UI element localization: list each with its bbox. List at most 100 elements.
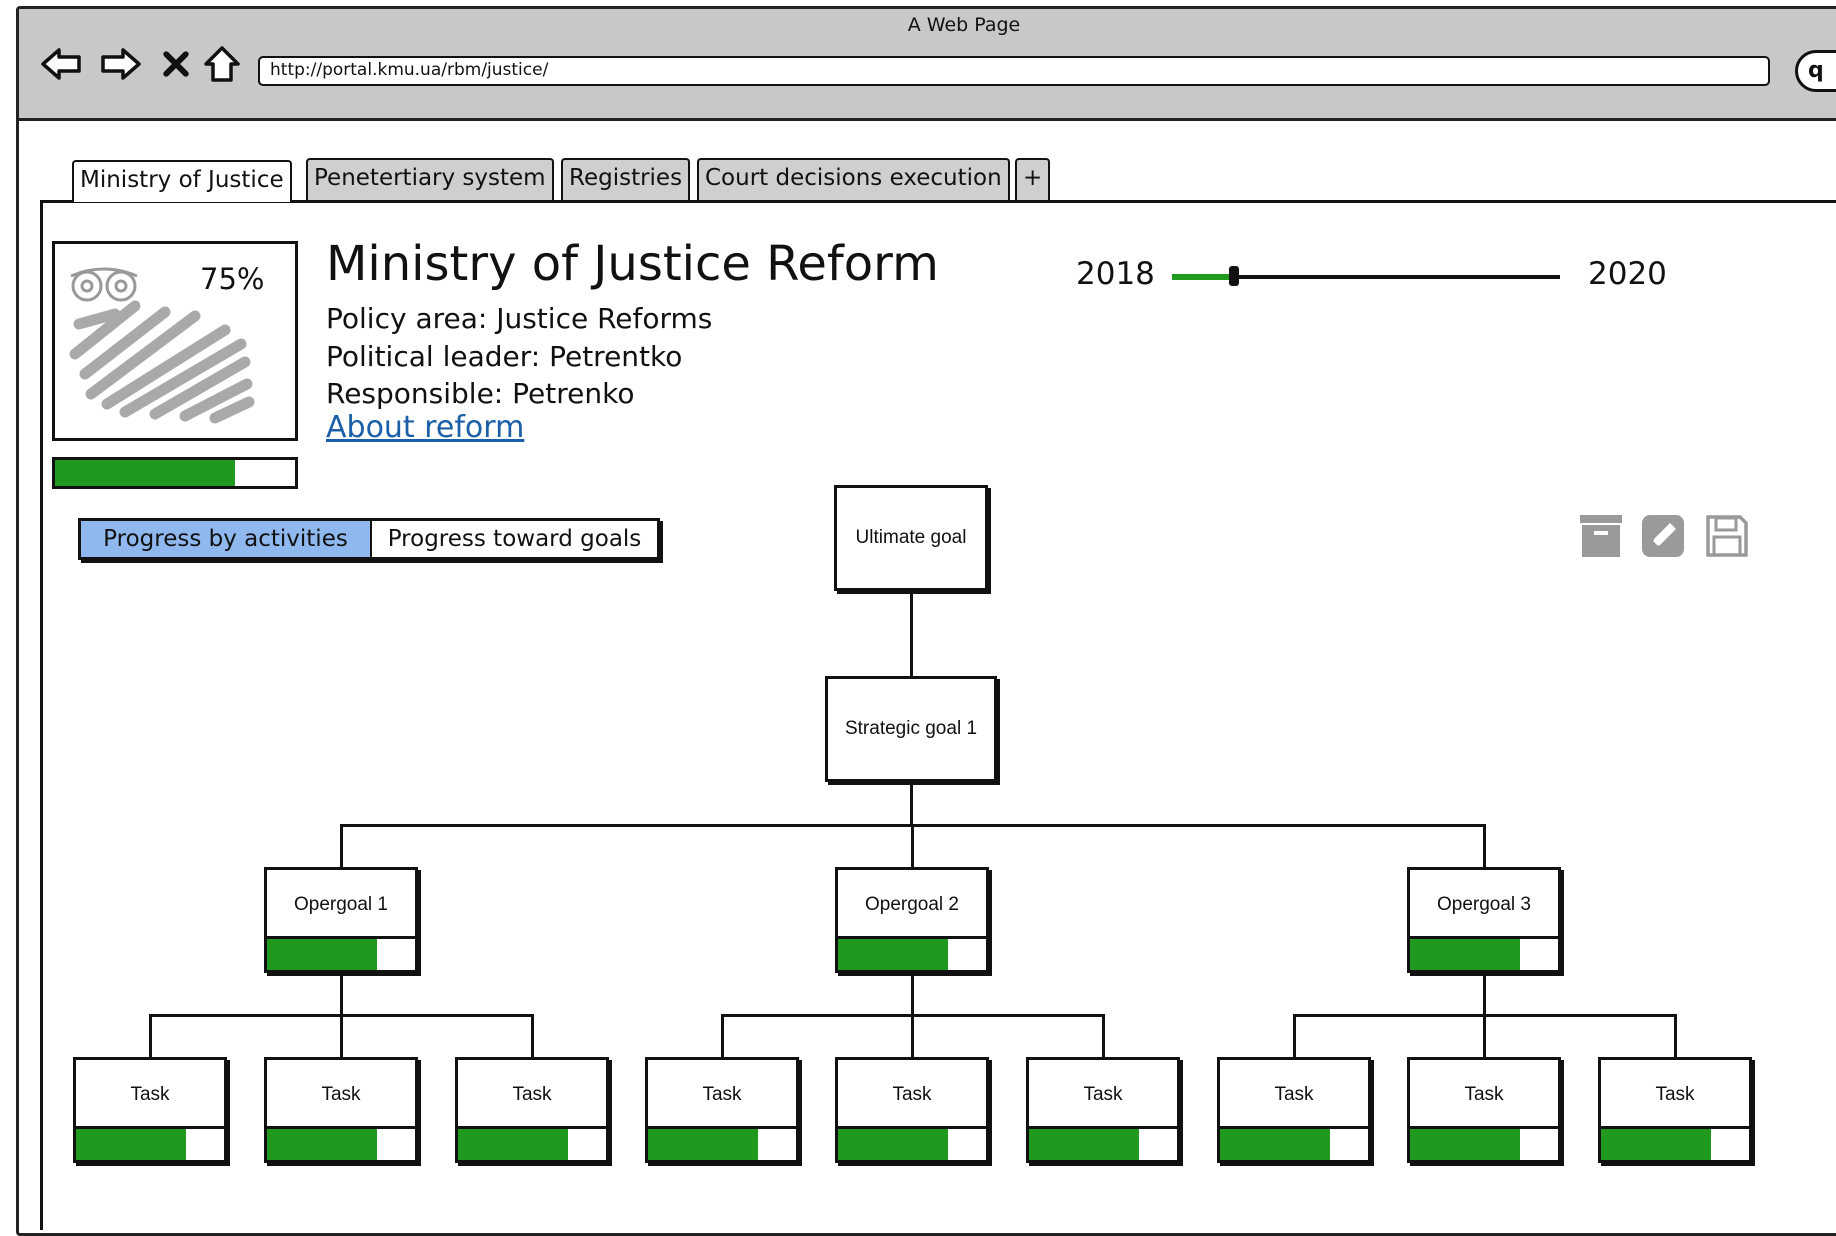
opergoal-progress-bar [1410,936,1558,970]
progress-by-activities-button[interactable]: Progress by activities [81,521,372,557]
task-node[interactable]: Task [264,1057,418,1163]
stop-icon[interactable] [158,40,194,88]
task-progress-bar [1601,1126,1749,1160]
task-progress-bar [838,1126,986,1160]
connector-line [340,1014,343,1058]
tab-add[interactable]: + [1015,158,1051,200]
task-progress-bar-fill [838,1129,948,1160]
ultimate-goal-node-label: Ultimate goal [855,527,967,548]
save-icon[interactable] [1704,513,1750,559]
ultimate-goal-node[interactable]: Ultimate goal [834,485,988,591]
forward-arrow-icon[interactable] [96,40,146,88]
task-progress-bar-fill [1410,1129,1520,1160]
task-progress-bar [458,1126,606,1160]
opergoal-progress-bar-fill [838,939,948,970]
opergoal-node-2[interactable]: Opergoal 2 [835,867,989,973]
connector-line [1674,1014,1677,1058]
task-progress-bar [1220,1126,1368,1160]
connector-line [1483,972,1486,1014]
opergoal-progress-bar-fill [1410,939,1520,970]
edit-icon[interactable] [1640,513,1686,559]
timeline-slider-fill [1172,274,1235,280]
strategic-goal-node-label: Strategic goal 1 [844,718,978,739]
task-node-label: Task [892,1084,932,1105]
task-node[interactable]: Task [835,1057,989,1163]
overall-progress-bar [52,457,298,489]
window-title: A Web Page [907,14,1021,36]
task-node[interactable]: Task [1407,1057,1561,1163]
connector-line [531,1014,534,1058]
task-progress-bar [76,1126,224,1160]
task-node-label: Task [1464,1084,1504,1105]
timeline-slider-handle[interactable] [1229,266,1240,286]
task-node[interactable]: Task [1217,1057,1371,1163]
task-progress-bar-fill [1220,1129,1330,1160]
task-node-label: Task [1083,1084,1123,1105]
connector-line [911,972,914,1014]
tab-court-decisions-execution[interactable]: Court decisions execution [697,158,1010,200]
connector-line [911,824,914,868]
task-node-label: Task [512,1084,552,1105]
task-node[interactable]: Task [645,1057,799,1163]
opergoal-node-3[interactable]: Opergoal 3 [1407,867,1561,973]
page-title: Ministry of Justice Reform [326,236,939,292]
connector-line [340,824,343,868]
task-progress-bar-fill [1029,1129,1139,1160]
opergoal-node-2-label: Opergoal 2 [864,894,959,915]
strategic-goal-node[interactable]: Strategic goal 1 [825,676,997,782]
task-progress-bar [267,1126,415,1160]
tab-registries[interactable]: Registries [561,158,691,200]
connector-line [910,782,913,825]
owl-logo-icon [70,267,138,302]
task-progress-bar [1029,1126,1177,1160]
connector-line [911,1014,914,1058]
timeline-end-year: 2020 [1588,256,1667,292]
connector-line [1293,1014,1296,1058]
task-progress-bar-fill [648,1129,758,1160]
task-progress-bar-fill [458,1129,568,1160]
timeline-start-year: 2018 [1076,256,1155,292]
task-node-label: Task [1655,1084,1695,1105]
connector-line [340,972,343,1014]
opergoal-node-3-label: Opergoal 3 [1436,894,1531,915]
tab-ministry-of-justice[interactable]: Ministry of Justice [72,160,292,202]
connector-line [910,590,913,676]
opergoal-progress-bar [838,936,986,970]
address-bar[interactable]: http://portal.kmu.ua/rbm/justice/ [258,56,1770,86]
connector-line [1483,824,1486,868]
connector-line [149,1014,152,1058]
task-node-label: Task [702,1084,742,1105]
task-node-label: Task [1274,1084,1314,1105]
task-progress-bar-fill [267,1129,377,1160]
responsible-person: Responsible: Petrenko [326,377,635,410]
task-node[interactable]: Task [1026,1057,1180,1163]
task-progress-bar [1410,1126,1558,1160]
home-icon[interactable] [200,40,244,88]
opergoal-progress-bar [267,936,415,970]
archive-icon[interactable] [1578,513,1624,559]
task-node-label: Task [130,1084,170,1105]
task-progress-bar-fill [1601,1129,1711,1160]
back-arrow-icon[interactable] [36,40,86,88]
task-progress-bar-fill [76,1129,186,1160]
connector-line [721,1014,724,1058]
task-node[interactable]: Task [455,1057,609,1163]
tab-penetertiary-system[interactable]: Penetertiary system [306,158,554,200]
view-toggle: Progress by activities Progress toward g… [78,518,660,560]
overall-progress-percent: 75% [200,262,265,296]
task-node[interactable]: Task [73,1057,227,1163]
connector-line [1102,1014,1105,1058]
task-progress-bar [648,1126,796,1160]
task-node-label: Task [321,1084,361,1105]
opergoal-node-1-label: Opergoal 1 [293,894,388,915]
political-leader: Political leader: Petrentko [326,340,683,373]
policy-area: Policy area: Justice Reforms [326,302,713,335]
overall-progress-fill [55,460,235,486]
connector-line [1483,1014,1486,1058]
search-icon[interactable]: q [1795,50,1836,92]
task-node[interactable]: Task [1598,1057,1752,1163]
opergoal-node-1[interactable]: Opergoal 1 [264,867,418,973]
about-reform-link[interactable]: About reform [326,410,524,445]
opergoal-progress-bar-fill [267,939,377,970]
progress-toward-goals-button[interactable]: Progress toward goals [372,521,657,557]
